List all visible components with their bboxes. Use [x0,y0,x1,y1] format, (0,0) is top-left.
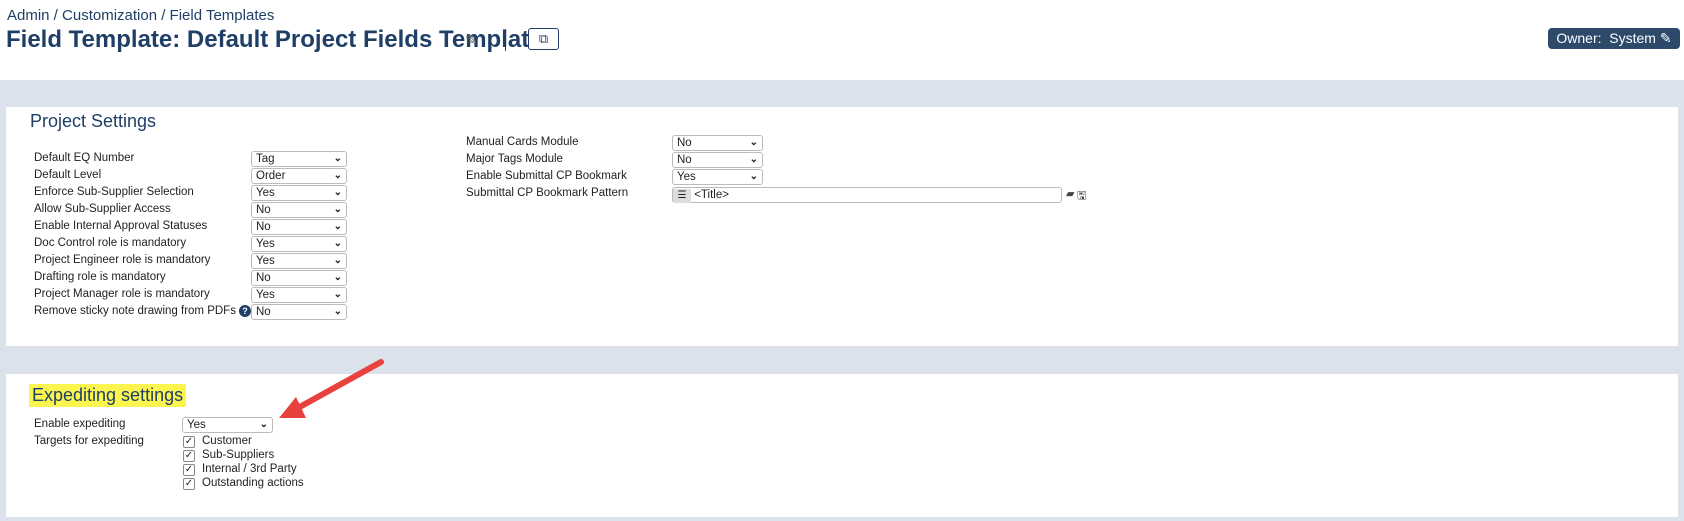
annotation-arrow [279,359,384,418]
